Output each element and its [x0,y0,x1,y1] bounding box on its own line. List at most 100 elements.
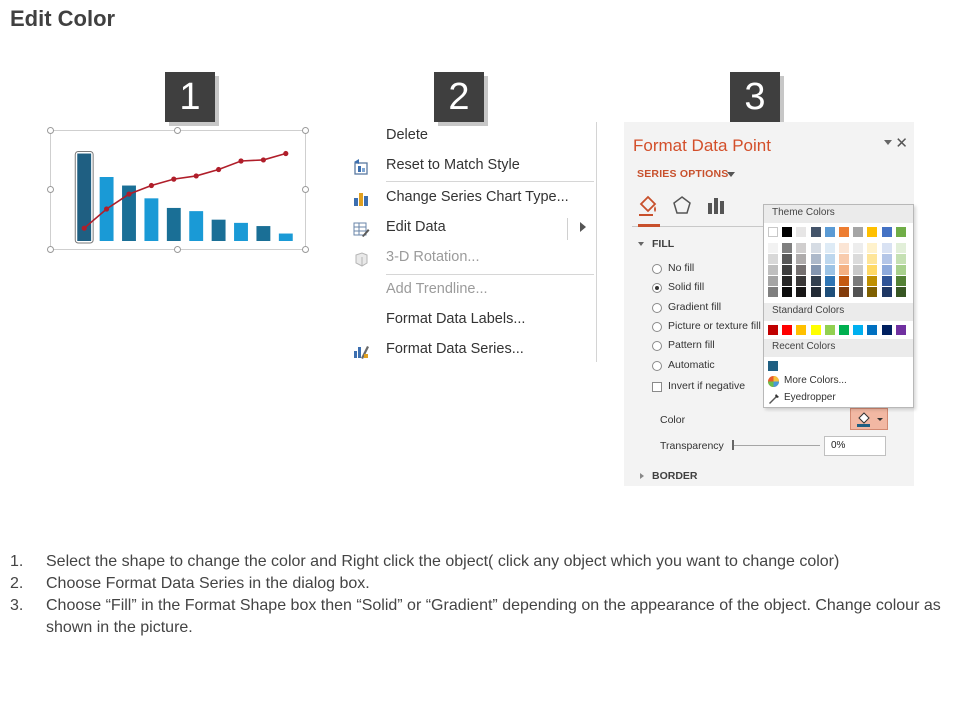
theme-shade-swatch[interactable] [810,243,821,253]
series-options-dropdown[interactable]: SERIES OPTIONS [637,168,729,180]
menu-item-edit-data[interactable]: Edit Data [346,214,596,244]
radio-button[interactable] [652,303,662,313]
theme-shade-swatch[interactable] [867,254,878,264]
effects-tab-icon[interactable] [670,194,694,223]
more-colors-link[interactable]: More Colors... [784,375,847,386]
line-point[interactable] [81,225,87,231]
theme-shade-swatch[interactable] [768,254,778,264]
line-point[interactable] [216,166,222,173]
theme-shade-swatch[interactable] [768,287,778,297]
resize-handle-r[interactable] [302,186,309,193]
theme-shade-swatch[interactable] [782,287,793,297]
theme-shade-swatch[interactable] [824,243,835,253]
theme-shade-swatch[interactable] [853,265,864,275]
theme-shade-swatch[interactable] [782,276,793,286]
theme-color-swatch[interactable] [810,227,821,237]
theme-color-swatch[interactable] [824,227,835,237]
theme-shade-swatch[interactable] [782,265,793,275]
standard-color-swatch[interactable] [881,325,892,335]
resize-handle-b[interactable] [174,246,181,253]
theme-shade-swatch[interactable] [839,243,849,253]
theme-shade-swatch[interactable] [853,276,864,286]
border-section-header[interactable]: BORDER [652,470,698,482]
menu-item-delete[interactable]: Delete [346,122,596,152]
theme-shade-swatch[interactable] [782,243,793,253]
standard-color-swatch[interactable] [867,325,878,335]
theme-shade-swatch[interactable] [881,254,892,264]
theme-color-swatch[interactable] [839,227,849,237]
theme-shade-swatch[interactable] [796,287,807,297]
theme-shade-swatch[interactable] [768,243,778,253]
theme-shade-swatch[interactable] [895,254,906,264]
standard-color-swatch[interactable] [824,325,835,335]
chevron-down-icon[interactable] [727,172,735,177]
theme-shade-swatch[interactable] [881,287,892,297]
theme-color-swatch[interactable] [895,227,906,237]
standard-color-swatch[interactable] [810,325,821,335]
chart-bar[interactable] [189,211,204,241]
resize-handle-bl[interactable] [47,246,54,253]
theme-shade-swatch[interactable] [895,265,906,275]
theme-shade-swatch[interactable] [810,287,821,297]
standard-color-swatch[interactable] [839,325,849,335]
theme-shade-swatch[interactable] [839,265,849,275]
recent-color-swatch[interactable] [768,361,778,371]
radio-button[interactable] [652,264,662,274]
resize-handle-tl[interactable] [47,127,54,134]
menu-item-format-data-series[interactable]: Format Data Series... [346,336,596,366]
theme-shade-swatch[interactable] [796,254,807,264]
theme-shade-swatch[interactable] [768,265,778,275]
standard-color-swatch[interactable] [853,325,864,335]
theme-shade-swatch[interactable] [810,276,821,286]
menu-item-change-chart-type[interactable]: Change Series Chart Type... [346,184,596,214]
theme-shade-swatch[interactable] [768,276,778,286]
theme-shade-swatch[interactable] [895,287,906,297]
cumulative-line[interactable] [83,152,287,229]
chart-bar[interactable] [166,207,181,241]
theme-color-swatch[interactable] [853,227,864,237]
pane-options-icon[interactable] [884,140,892,145]
theme-shade-swatch[interactable] [895,276,906,286]
line-point[interactable] [104,206,110,212]
theme-shade-swatch[interactable] [867,287,878,297]
theme-shade-swatch[interactable] [839,276,849,286]
fill-section-header[interactable]: FILL [652,238,674,250]
theme-shade-swatch[interactable] [881,265,892,275]
menu-item-add-trendline[interactable]: Add Trendline... [346,276,596,306]
theme-shade-swatch[interactable] [824,265,835,275]
transparency-input[interactable]: 0% [824,436,886,456]
radio-button-selected[interactable] [652,283,662,293]
theme-color-swatch[interactable] [796,227,807,237]
fill-line-tab-icon[interactable] [636,194,660,223]
theme-shade-swatch[interactable] [796,243,807,253]
line-point[interactable] [260,157,266,163]
resize-handle-tr[interactable] [302,127,309,134]
chart-bar[interactable] [144,198,159,241]
transparency-slider-track[interactable] [732,445,820,446]
theme-shade-swatch[interactable] [824,254,835,264]
radio-button[interactable] [652,322,662,332]
theme-shade-swatch[interactable] [867,243,878,253]
theme-shade-swatch[interactable] [810,254,821,264]
line-point[interactable] [171,176,177,182]
chart-frame[interactable] [47,127,309,253]
radio-button[interactable] [652,341,662,351]
chart-bar[interactable] [211,219,226,241]
theme-shade-swatch[interactable] [881,243,892,253]
theme-shade-swatch[interactable] [881,276,892,286]
close-icon[interactable]: ✕ [895,134,908,152]
standard-color-swatch[interactable] [782,325,793,335]
chart-bar[interactable] [256,226,271,241]
fill-color-button[interactable] [850,408,888,430]
line-point[interactable] [283,150,289,157]
theme-color-swatch[interactable] [881,227,892,237]
line-point[interactable] [238,158,244,164]
theme-shade-swatch[interactable] [824,276,835,286]
line-point[interactable] [148,182,154,189]
transparency-slider-thumb[interactable] [732,440,734,450]
theme-shade-swatch[interactable] [824,287,835,297]
standard-color-swatch[interactable] [895,325,906,335]
theme-shade-swatch[interactable] [796,265,807,275]
resize-handle-l[interactable] [47,186,54,193]
standard-color-swatch[interactable] [796,325,807,335]
